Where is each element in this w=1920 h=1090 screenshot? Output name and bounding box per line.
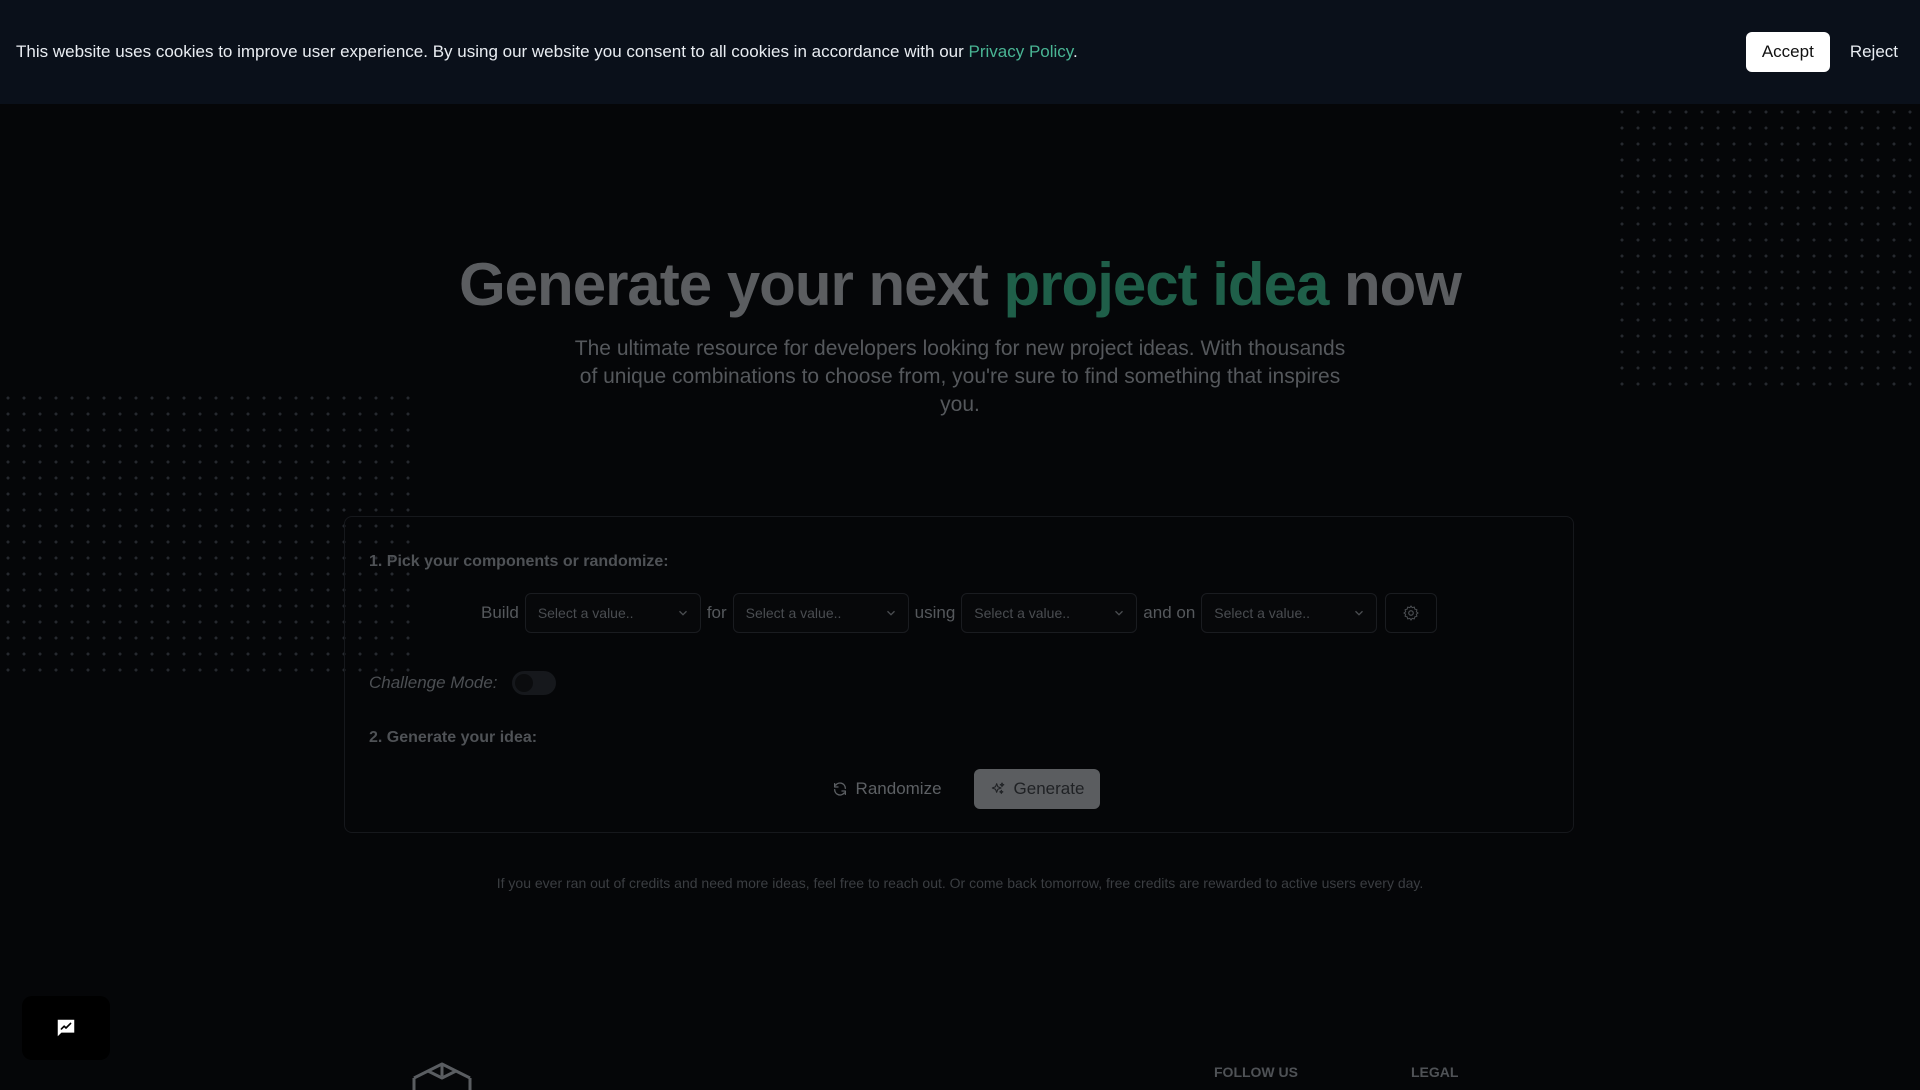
chevron-down-icon <box>1115 610 1124 616</box>
build-label: Build <box>481 603 519 622</box>
challenge-mode-row: Challenge Mode: <box>369 671 556 695</box>
select-placeholder: Select a value.. <box>745 605 842 621</box>
accept-cookies-button[interactable]: Accept <box>1745 32 1830 72</box>
cookie-actions: Accept Reject <box>1745 32 1904 72</box>
generate-button[interactable]: Generate <box>973 769 1101 809</box>
sparkles-icon <box>991 782 1004 794</box>
cube-logo-icon[interactable] <box>410 1060 474 1090</box>
select-placeholder: Select a value.. <box>537 605 634 621</box>
idea-generator-card: 1. Pick your components or randomize: Bu… <box>344 516 1574 833</box>
step-two-heading: 2. Generate your idea: <box>369 729 538 746</box>
page-subtitle: The ultimate resource for developers loo… <box>574 337 1346 416</box>
and-on-label: and on <box>1143 603 1196 622</box>
select-placeholder: Select a value.. <box>1214 605 1311 621</box>
privacy-policy-link[interactable]: Privacy Policy <box>968 42 1073 61</box>
cookie-period: . <box>1073 42 1078 61</box>
step-one-heading: 1. Pick your components or randomize: <box>369 553 669 570</box>
project-type-select[interactable]: Select a value.. <box>524 593 701 633</box>
generate-label: Generate <box>1013 779 1085 798</box>
cookie-text: This website uses cookies to improve use… <box>16 42 969 61</box>
cookie-banner: This website uses cookies to improve use… <box>0 0 1920 104</box>
credits-note: If you ever ran out of credits and need … <box>496 875 1424 891</box>
using-label: using <box>914 603 956 622</box>
randomize-label: Randomize <box>855 779 942 798</box>
randomize-button[interactable]: Randomize <box>818 769 956 809</box>
for-label: for <box>706 603 727 622</box>
feedback-chat-icon <box>57 1019 75 1037</box>
select-placeholder: Select a value.. <box>974 605 1071 621</box>
challenge-mode-toggle[interactable] <box>511 671 556 695</box>
page-title: Generate your next project idea now <box>0 250 1920 319</box>
generate-actions: Randomize Generate <box>345 769 1573 809</box>
challenge-mode-label: Challenge Mode: <box>369 673 498 692</box>
footer-legal-heading: LEGAL <box>1411 1064 1459 1080</box>
settings-button[interactable] <box>1385 593 1438 633</box>
title-end: now <box>1328 251 1462 318</box>
title-accent: project idea <box>1003 251 1330 318</box>
cookie-message: This website uses cookies to improve use… <box>16 42 1078 62</box>
settings-gear-icon <box>1403 605 1419 621</box>
platform-select[interactable]: Select a value.. <box>1201 593 1378 633</box>
refresh-icon <box>833 782 846 796</box>
audience-select[interactable]: Select a value.. <box>732 593 909 633</box>
reject-cookies-button[interactable]: Reject <box>1844 32 1904 72</box>
decorative-dot-grid-top-right <box>1614 104 1920 394</box>
component-builder: Build Select a value.. for Select a valu… <box>481 593 1438 633</box>
technology-select[interactable]: Select a value.. <box>961 593 1138 633</box>
chevron-down-icon <box>886 610 895 616</box>
chevron-down-icon <box>678 610 687 616</box>
title-start: Generate your next <box>459 251 1004 318</box>
chevron-down-icon <box>1355 610 1364 616</box>
footer-follow-us-heading: FOLLOW US <box>1214 1064 1298 1080</box>
feedback-chat-button[interactable] <box>22 996 110 1060</box>
